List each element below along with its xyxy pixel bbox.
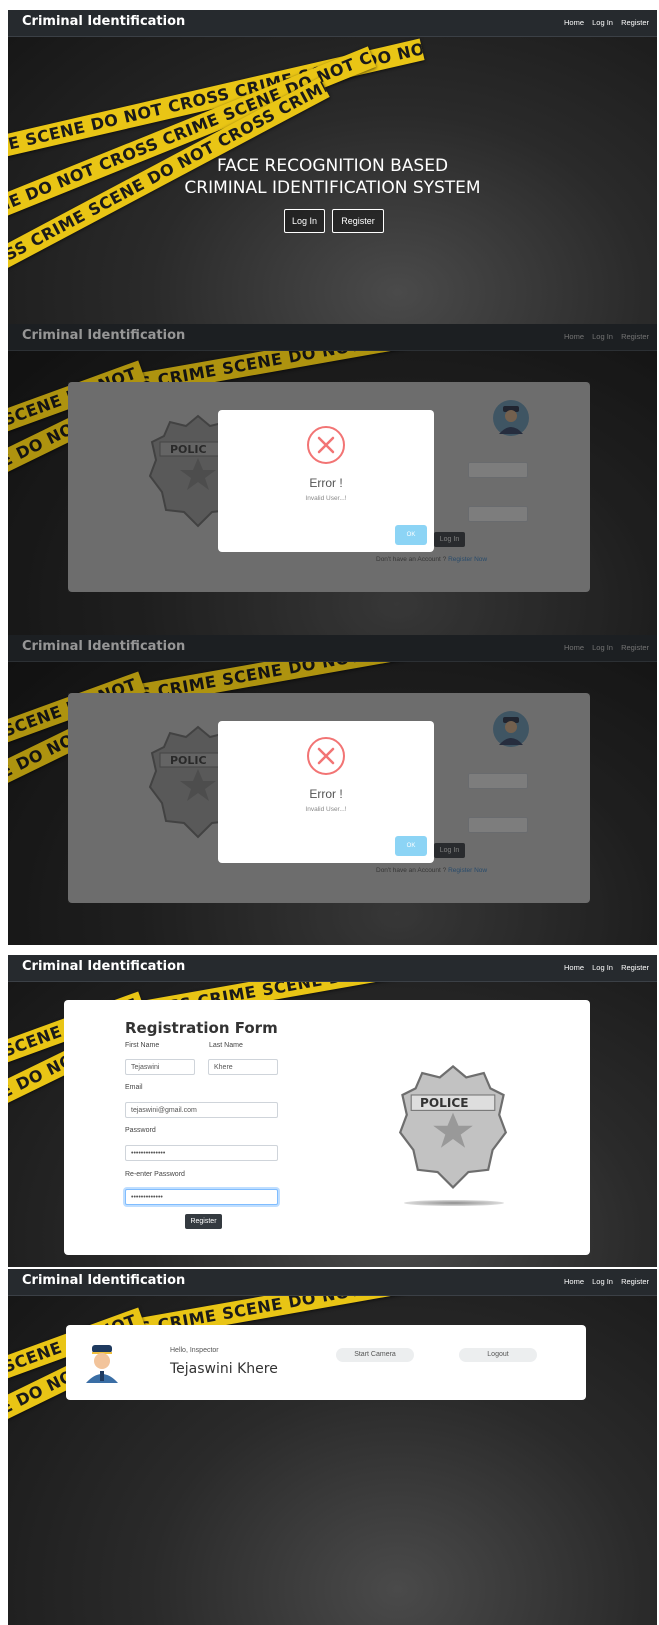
error-ok-button[interactable]: OK — [395, 836, 427, 856]
brand-logo[interactable]: Criminal Identification — [22, 959, 185, 974]
last-name-label: Last Name — [209, 1042, 243, 1049]
nav-login-link[interactable]: Log In — [592, 18, 613, 27]
nav-register-link[interactable]: Register — [621, 963, 649, 972]
error-ok-button[interactable]: OK — [395, 525, 427, 545]
registration-screen: CROSS CRIME SCENE DO NOT CROSS CRIME SCE… — [8, 955, 657, 1267]
error-x-icon — [307, 426, 345, 464]
dashboard-screen: CROSS CRIME SCENE DO NOT CROSS CRIME SCE… — [8, 1269, 657, 1625]
email-label: Email — [125, 1084, 143, 1091]
home-screen: RIME SCENE DO NOT CROSS CRIME SCENE DO N… — [8, 10, 657, 324]
hero-login-button[interactable]: Log In — [284, 209, 325, 233]
nav-home-link[interactable]: Home — [564, 1277, 584, 1286]
first-name-label: First Name — [125, 1042, 160, 1049]
login-error-screen: CROSS CRIME SCENE DO NOT CROSS CRIME SCE… — [8, 635, 657, 945]
nav-login-link[interactable]: Log In — [592, 963, 613, 972]
nav-login-link[interactable]: Log In — [592, 1277, 613, 1286]
badge-text: POLICE — [420, 1096, 469, 1110]
password-input[interactable]: •••••••••••••• — [125, 1145, 278, 1161]
login-error-screen: CROSS CRIME SCENE DO NOT CROSS CRIME SCE… — [8, 324, 657, 635]
nav-links: Home Log In Register — [558, 1277, 649, 1286]
nav-home-link[interactable]: Home — [564, 18, 584, 27]
greeting-text: Hello, Inspector — [170, 1347, 219, 1354]
error-x-icon — [307, 737, 345, 775]
reenter-password-input[interactable]: ••••••••••••• — [125, 1189, 278, 1205]
nav-register-link[interactable]: Register — [621, 18, 649, 27]
password-label: Password — [125, 1127, 156, 1134]
nav-links: Home Log In Register — [558, 18, 649, 27]
dashboard-card: Hello, Inspector Tejaswini Khere Start C… — [66, 1325, 586, 1400]
registration-title: Registration Form — [125, 1019, 278, 1037]
reenter-password-label: Re-enter Password — [125, 1171, 185, 1178]
hero-register-button[interactable]: Register — [332, 209, 384, 233]
nav-links: Home Log In Register — [558, 963, 649, 972]
inspector-name: Tejaswini Khere — [170, 1361, 278, 1377]
registration-card: Registration Form First Name Last Name T… — [64, 1000, 590, 1255]
register-submit-button[interactable]: Register — [185, 1214, 222, 1229]
error-dialog: Error ! Invalid User...! OK — [218, 721, 434, 863]
error-title: Error ! — [309, 476, 343, 490]
start-camera-button[interactable]: Start Camera — [336, 1348, 414, 1362]
error-message: Invalid User...! — [305, 495, 347, 502]
last-name-input[interactable]: Khere — [208, 1059, 278, 1075]
error-title: Error ! — [309, 787, 343, 801]
nav-register-link[interactable]: Register — [621, 1277, 649, 1286]
navbar: Criminal Identification Home Log In Regi… — [8, 955, 657, 982]
brand-logo[interactable]: Criminal Identification — [22, 1273, 185, 1288]
hero-title-line2: CRIMINAL IDENTIFICATION SYSTEM — [184, 178, 481, 198]
police-badge-icon: POLICE — [398, 1064, 508, 1189]
nav-home-link[interactable]: Home — [564, 963, 584, 972]
error-dialog: Error ! Invalid User...! OK — [218, 410, 434, 552]
hero-title-line1: FACE RECOGNITION BASED — [216, 156, 449, 176]
first-name-input[interactable]: Tejaswini — [125, 1059, 195, 1075]
badge-shadow — [404, 1200, 504, 1206]
brand-logo[interactable]: Criminal Identification — [22, 14, 185, 29]
logout-button[interactable]: Logout — [459, 1348, 537, 1362]
navbar: Criminal Identification Home Log In Regi… — [8, 1269, 657, 1296]
navbar: Criminal Identification Home Log In Regi… — [8, 10, 657, 37]
inspector-avatar-icon — [86, 1345, 118, 1383]
error-message: Invalid User...! — [305, 806, 347, 813]
email-input[interactable]: tejaswini@gmail.com — [125, 1102, 278, 1118]
